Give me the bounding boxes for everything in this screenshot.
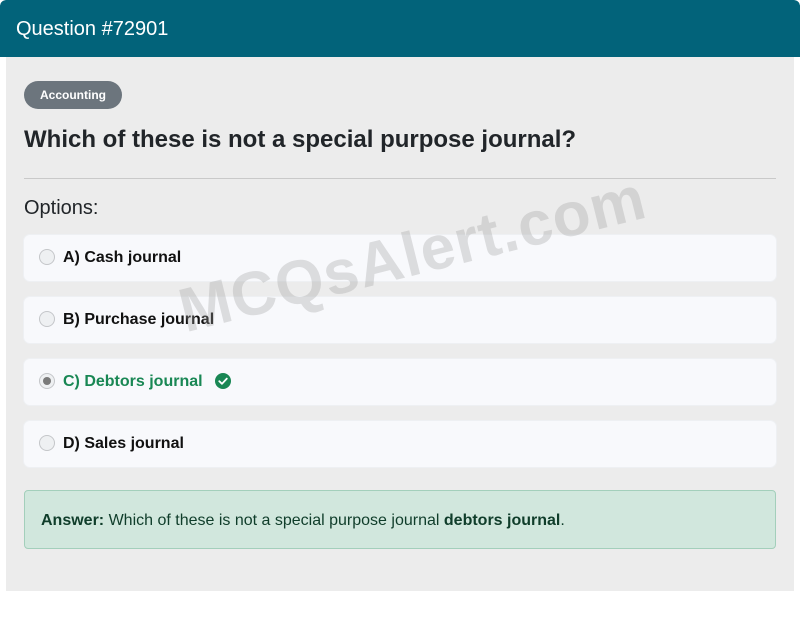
answer-highlight: debtors journal xyxy=(443,512,561,529)
question-header: Question #72901 xyxy=(0,0,800,57)
option-a[interactable]: A) Cash journal xyxy=(24,235,776,281)
option-a-radio[interactable] xyxy=(39,249,55,265)
options-label: Options: xyxy=(24,197,99,219)
question-text: Which of these is not a special purpose … xyxy=(24,126,577,153)
answer-body: Which of these is not a special purpose … xyxy=(108,512,440,529)
option-c[interactable]: C) Debtors journal xyxy=(24,359,776,405)
check-circle-icon xyxy=(215,373,231,389)
option-b[interactable]: B) Purchase journal xyxy=(24,297,776,343)
option-d-label: D) Sales journal xyxy=(63,435,184,452)
option-b-label: B) Purchase journal xyxy=(63,311,215,328)
option-d-radio[interactable] xyxy=(39,435,55,451)
answer-text: Answer: Which of these is not a special … xyxy=(41,511,565,531)
question-card: Question #72901 Accounting Which of thes… xyxy=(0,0,800,596)
option-c-label: C) Debtors journal xyxy=(63,373,203,390)
question-number: Question #72901 xyxy=(16,18,169,40)
answer-suffix: . xyxy=(560,512,565,529)
category-badge[interactable]: Accounting xyxy=(24,81,122,109)
option-c-radio[interactable] xyxy=(39,373,55,389)
option-b-radio[interactable] xyxy=(39,311,55,327)
answer-box: Answer: Which of these is not a special … xyxy=(24,490,776,549)
answer-prefix: Answer: xyxy=(41,512,105,529)
divider xyxy=(24,178,776,179)
option-d[interactable]: D) Sales journal xyxy=(24,421,776,467)
option-a-label: A) Cash journal xyxy=(63,249,182,266)
